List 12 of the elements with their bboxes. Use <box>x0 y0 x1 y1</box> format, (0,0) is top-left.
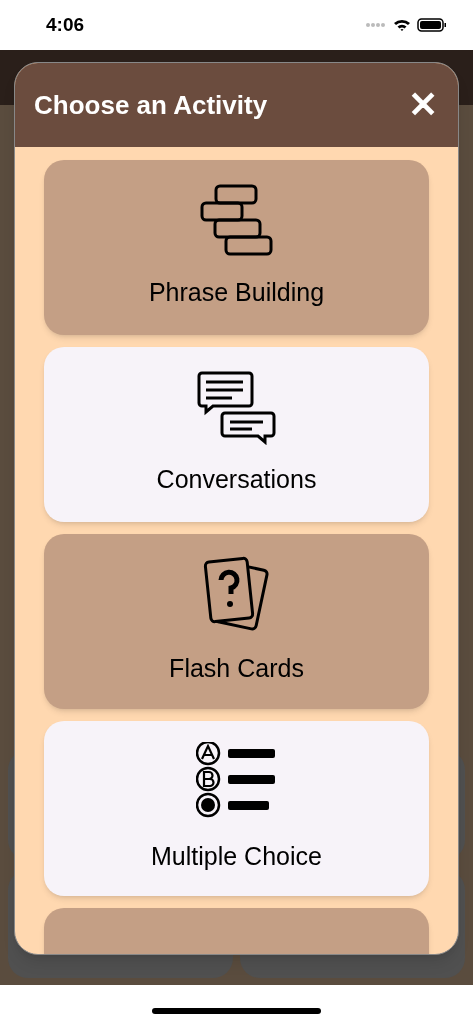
activity-card[interactable]: Conversations <box>44 347 429 522</box>
activity-card[interactable]: Phrase Building <box>44 160 429 335</box>
activity-card[interactable]: Multiple Choice <box>44 721 429 896</box>
chat-bubbles-icon <box>196 370 277 445</box>
battery-icon <box>417 18 447 32</box>
bricks-icon <box>199 183 274 258</box>
signal-icon <box>365 22 387 28</box>
close-button[interactable]: ✕ <box>408 87 438 123</box>
status-time: 4:06 <box>46 12 85 37</box>
dialog-title: Choose an Activity <box>34 88 268 122</box>
wifi-icon <box>393 18 411 32</box>
activity-card[interactable]: Flash Cards <box>44 534 429 709</box>
